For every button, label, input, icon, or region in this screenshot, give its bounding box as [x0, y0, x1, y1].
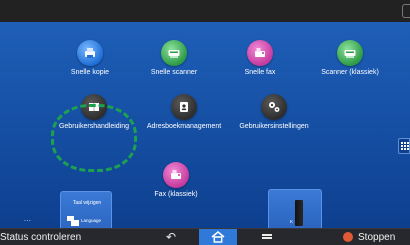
fax-icon	[163, 162, 189, 188]
app-label: Fax (klassiek)	[154, 191, 198, 198]
app-snelle-fax[interactable]: Snelle fax	[230, 40, 290, 77]
app-scanner-klassiek[interactable]: Scanner (klassiek)	[312, 40, 388, 77]
app-area: Snelle kopie Snelle scanner Snelle fax S…	[0, 22, 410, 235]
language-widget-subtitle: Language	[81, 218, 102, 223]
toner-icon	[295, 200, 303, 226]
toner-widget[interactable]: K	[268, 189, 322, 231]
more-indicator[interactable]: ...	[24, 216, 31, 223]
app-label: Snelle kopie	[70, 69, 110, 76]
app-snelle-kopie[interactable]: Snelle kopie	[60, 40, 120, 77]
home-button[interactable]	[199, 229, 237, 245]
address-book-icon	[171, 94, 197, 120]
app-label: Gebruikershandleiding	[58, 123, 130, 130]
top-bar-corner-tab[interactable]	[402, 4, 410, 18]
language-icon	[67, 216, 79, 226]
stop-icon[interactable]	[343, 232, 353, 242]
app-adresboekmanagement[interactable]: Adresboekmanagement	[142, 94, 226, 131]
app-gebruikershandleiding[interactable]: Gebruikershandleiding	[58, 94, 130, 131]
menu-icon[interactable]	[262, 234, 272, 242]
app-gebruikersinstellingen[interactable]: Gebruikersinstellingen	[226, 94, 322, 131]
home-icon	[211, 231, 225, 243]
top-bar	[0, 0, 410, 22]
app-label: Snelle scanner	[150, 69, 198, 76]
app-label: Scanner (klassiek)	[321, 69, 379, 76]
status-check-button[interactable]: Status controleren	[0, 232, 81, 243]
home-screen: Snelle kopie Snelle scanner Snelle fax S…	[0, 0, 410, 245]
app-snelle-scanner[interactable]: Snelle scanner	[144, 40, 204, 77]
book-icon	[81, 94, 107, 120]
widget-panel-tab[interactable]	[398, 138, 410, 154]
scanner-icon	[161, 40, 187, 66]
fax-icon	[247, 40, 273, 66]
app-fax-klassiek[interactable]: Fax (klassiek)	[148, 162, 204, 199]
app-label: Adresboekmanagement	[146, 123, 222, 130]
back-icon[interactable]: ↶	[164, 229, 178, 245]
app-label: Gebruikersinstellingen	[239, 123, 309, 130]
grid-icon	[401, 142, 409, 151]
app-label: Snelle fax	[244, 69, 276, 76]
copy-icon	[77, 40, 103, 66]
language-widget-title: Taal wijzigen	[72, 200, 102, 206]
gears-icon	[261, 94, 287, 120]
bottom-bar: Status controleren ↶ Stoppen	[0, 228, 410, 245]
toner-label: K	[290, 219, 294, 224]
stop-button-label[interactable]: Stoppen	[358, 232, 395, 243]
scanner-icon	[337, 40, 363, 66]
